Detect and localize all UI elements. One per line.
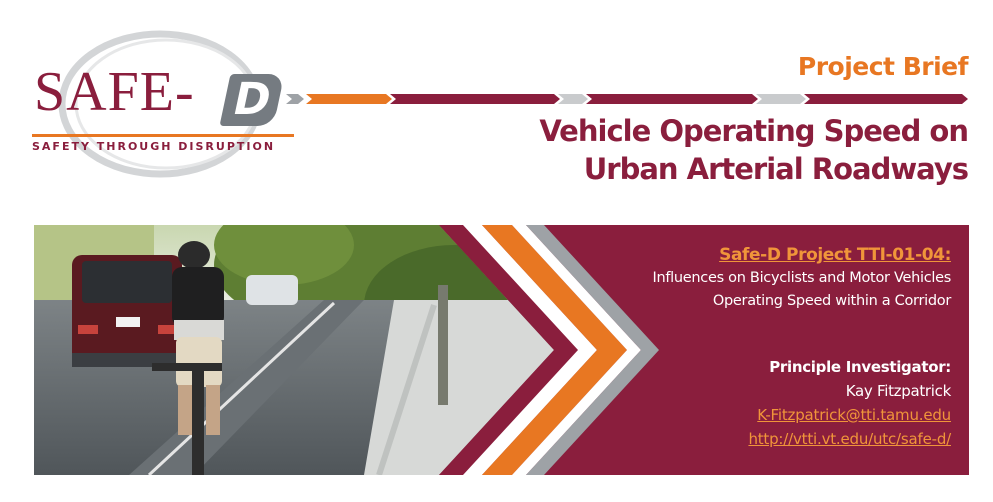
- header-chevron-bar: [286, 94, 968, 104]
- document-type-label: Project Brief: [797, 52, 969, 81]
- title-line-1: Vehicle Operating Speed on: [539, 114, 969, 148]
- project-info: Safe-D Project TTI-01-04: Influences on …: [653, 243, 952, 451]
- description-line-2: Operating Speed within a Corridor: [712, 293, 951, 309]
- investigator-name: Kay Fitzpatrick: [845, 382, 952, 400]
- page-title: Vehicle Operating Speed on Urban Arteria…: [539, 112, 969, 188]
- logo-wordmark: SAFE-: [34, 61, 195, 123]
- logo-tagline: SAFETY THROUGH DISRUPTION: [32, 134, 294, 153]
- investigator-email-link[interactable]: K-Fitzpatrick@tti.tamu.edu: [653, 403, 951, 427]
- project-description: Influences on Bicyclists and Motor Vehic…: [653, 267, 952, 313]
- investigator-block: Principle Investigator: Kay Fitzpatrick …: [653, 355, 952, 451]
- investigator-heading: Principle Investigator:: [769, 358, 951, 376]
- project-banner: Safe-D Project TTI-01-04: Influences on …: [34, 225, 969, 475]
- title-line-2: Urban Arterial Roadways: [583, 152, 969, 186]
- project-id-label: Safe-D Project TTI-01-04:: [719, 245, 951, 265]
- description-line-1: Influences on Bicyclists and Motor Vehic…: [652, 270, 952, 286]
- safe-d-logo: SAFE- D SAFETY THROUGH DISRUPTION: [28, 18, 298, 190]
- safe-d-website-link[interactable]: http://vtti.vt.edu/utc/safe-d/: [653, 427, 951, 451]
